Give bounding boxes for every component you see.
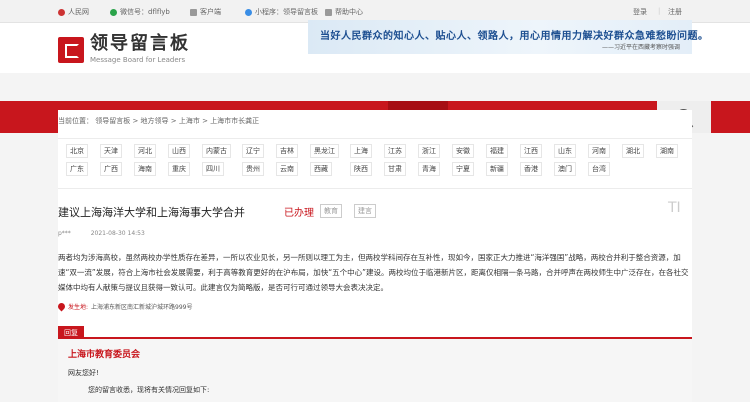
region-item[interactable]: 北京	[66, 144, 88, 158]
people-link[interactable]: 人民网	[58, 7, 89, 17]
banner-text: 当好人民群众的知心人、贴心人、领路人，用心用情用力解决好群众急难愁盼问题。	[320, 31, 709, 42]
main-content: 当前位置： 领导留言板 > 地方领导 > 上海市 > 上海市市长龚正 北京 天津…	[56, 110, 692, 402]
wechat-link[interactable]: 微信号：dflflyb	[110, 7, 170, 17]
region-item[interactable]: 广西	[100, 162, 122, 176]
message-title: 建议上海海洋大学和上海海事大学合并	[58, 206, 245, 219]
region-item[interactable]: 内蒙古	[202, 144, 231, 158]
region-item[interactable]: 河南	[588, 144, 610, 158]
region-item[interactable]: 江西	[520, 144, 542, 158]
region-item[interactable]: 吉林	[276, 144, 298, 158]
region-item[interactable]: 陕西	[350, 162, 372, 176]
divider	[58, 138, 692, 139]
region-item[interactable]: 福建	[486, 144, 508, 158]
region-item[interactable]: 河北	[134, 144, 156, 158]
region-item[interactable]: 湖南	[656, 144, 678, 158]
location: 发生地: 上海浦东新区南汇新城沪城环路999号	[56, 301, 193, 312]
login-link[interactable]: 登录	[633, 7, 647, 17]
region-item[interactable]: 台湾	[588, 162, 610, 176]
location-label: 发生地:	[68, 304, 89, 311]
region-item[interactable]: 浙江	[418, 144, 440, 158]
region-item[interactable]: 山东	[554, 144, 576, 158]
tag-suggestion[interactable]: 建言	[354, 204, 376, 218]
region-item[interactable]: 黑龙江	[310, 144, 339, 158]
region-item[interactable]: 澳门	[554, 162, 576, 176]
header: 领导留言板 Message Board for Leaders 当好人民群众的知…	[0, 20, 750, 73]
divider	[58, 188, 692, 189]
reply-organization: 上海市教育委员会	[68, 350, 141, 360]
location-text: 上海浦东新区南汇新城沪城环路999号	[91, 304, 193, 311]
font-size-icon[interactable]: TI	[668, 200, 681, 216]
help-icon	[325, 8, 332, 16]
mini-program-link[interactable]: 小程序：领导留言板	[245, 7, 318, 17]
mini-program-icon	[245, 8, 252, 16]
region-item[interactable]: 宁夏	[452, 162, 474, 176]
reply-greeting: 网友您好!	[68, 369, 99, 377]
region-item[interactable]: 天津	[100, 144, 122, 158]
register-link[interactable]: 注册	[668, 7, 682, 17]
reply-panel: 上海市教育委员会 网友您好! 您的留言收悉，现将有关情况回复如下:	[58, 337, 692, 402]
timestamp: 2021-08-30 14:53	[90, 230, 145, 237]
divider: |	[658, 7, 661, 15]
message-body: 两者均为涉海高校，虽然两校办学性质存在差异，一所以农业见长，另一所则以理工为主，…	[58, 253, 689, 292]
help-link[interactable]: 帮助中心	[325, 7, 363, 17]
region-item[interactable]: 湖北	[622, 144, 644, 158]
region-item[interactable]: 香港	[520, 162, 542, 176]
location-pin-icon	[56, 301, 67, 312]
region-item[interactable]: 四川	[202, 162, 224, 176]
region-item[interactable]: 辽宁	[242, 144, 264, 158]
region-item[interactable]: 甘肃	[384, 162, 406, 176]
people-icon	[58, 8, 65, 16]
region-item[interactable]: 青海	[418, 162, 440, 176]
region-item[interactable]: 云南	[276, 162, 298, 176]
region-item[interactable]: 安徽	[452, 144, 474, 158]
logo-title: 领导留言板	[90, 33, 190, 54]
region-item[interactable]: 贵州	[242, 162, 264, 176]
region-item[interactable]: 江苏	[384, 144, 406, 158]
logo-icon	[58, 36, 84, 63]
region-item[interactable]: 重庆	[168, 162, 190, 176]
client-link[interactable]: 客户端	[190, 7, 221, 17]
breadcrumb: 当前位置： 领导留言板 > 地方领导 > 上海市 > 上海市市长龚正	[58, 117, 260, 125]
region-item[interactable]: 西藏	[310, 162, 332, 176]
tag-education[interactable]: 教育	[320, 204, 342, 218]
message-meta: p*** 2021-08-30 14:53	[58, 230, 145, 237]
wechat-icon	[110, 8, 117, 16]
phone-icon	[190, 8, 197, 16]
banner-source: ——习近平在西藏考察时强调	[601, 44, 680, 51]
reply-intro: 您的留言收悉，现将有关情况回复如下:	[88, 386, 210, 394]
status-badge: 已办理	[284, 208, 314, 219]
logo-subtitle: Message Board for Leaders	[90, 56, 186, 64]
region-item[interactable]: 上海	[350, 144, 372, 158]
author: p***	[58, 230, 71, 237]
region-item[interactable]: 新疆	[486, 162, 508, 176]
region-item[interactable]: 山西	[168, 144, 190, 158]
site-logo[interactable]: 领导留言板 Message Board for Leaders	[58, 35, 190, 64]
region-item[interactable]: 广东	[66, 162, 88, 176]
slogan-banner: 当好人民群众的知心人、贴心人、领路人，用心用情用力解决好群众急难愁盼问题。 ——…	[308, 20, 708, 54]
region-item[interactable]: 海南	[134, 162, 156, 176]
